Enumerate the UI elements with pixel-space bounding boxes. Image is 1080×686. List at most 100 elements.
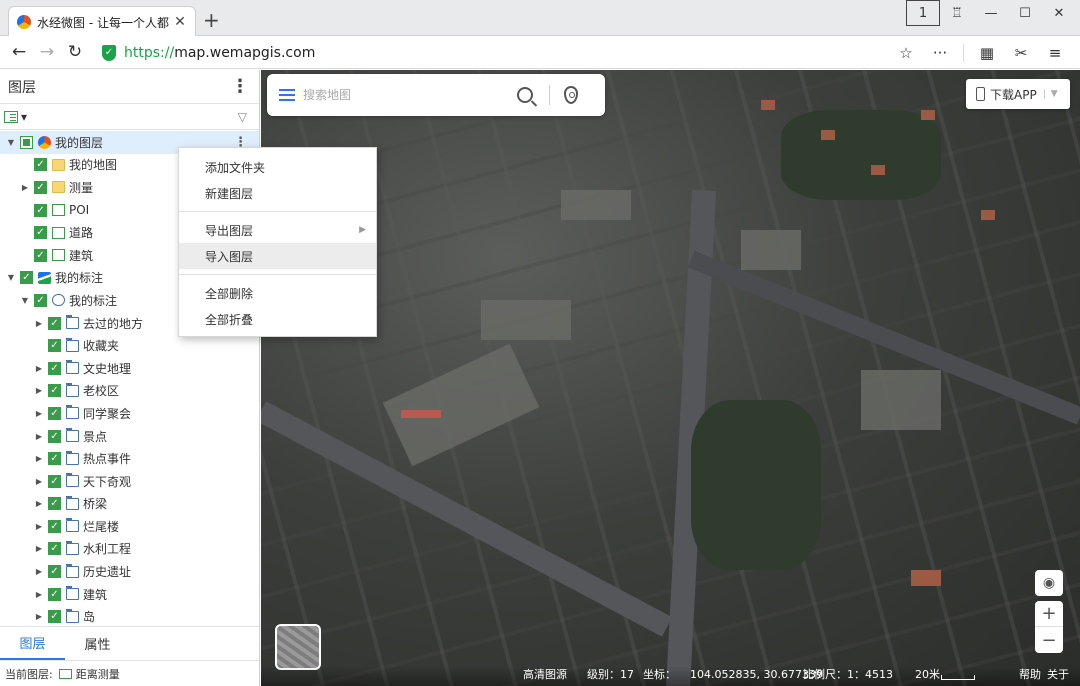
chevron-down-icon: ▾	[21, 109, 28, 124]
layer-checkbox[interactable]: ✓	[48, 339, 61, 353]
apps-grid-icon[interactable]: ▦	[970, 44, 1004, 62]
layer-checkbox[interactable]: ✓	[48, 519, 61, 533]
tree-row[interactable]: ▶ ✓ 文史地理	[0, 357, 259, 380]
tab-layers[interactable]: 图层	[0, 627, 65, 660]
marker-layer-icon	[38, 271, 51, 284]
reload-button[interactable]: ↻	[61, 42, 89, 62]
location-pin-icon[interactable]	[564, 86, 578, 104]
layer-checkbox[interactable]: ✓	[48, 406, 61, 420]
basemap-switcher[interactable]	[275, 624, 321, 670]
collapse-arrow-icon[interactable]: ▼	[5, 273, 17, 282]
tree-row-label: 桥梁	[83, 497, 108, 512]
layer-checkbox[interactable]: ✓	[48, 587, 61, 601]
layer-checkbox[interactable]: ✓	[34, 248, 47, 262]
search-icon[interactable]	[517, 87, 533, 103]
back-button[interactable]: ←	[5, 42, 33, 62]
filter-icon[interactable]: ▽	[238, 110, 247, 124]
bookmark-star-icon[interactable]: ☆	[889, 44, 923, 62]
search-input[interactable]	[303, 88, 513, 102]
layer-checkbox[interactable]: ✓	[34, 293, 47, 307]
expand-arrow-icon[interactable]: ▶	[19, 183, 31, 192]
collapse-arrow-icon[interactable]: ▼	[5, 138, 17, 147]
layer-checkbox[interactable]: ✓	[48, 316, 61, 330]
expand-arrow-icon[interactable]: ▶	[33, 499, 45, 508]
tab-title: 水经微图 - 让每一个人都有自	[37, 15, 169, 30]
expand-arrow-icon[interactable]: ▶	[33, 319, 45, 328]
download-app-button[interactable]: 下载APP ▼	[966, 79, 1070, 109]
browser-tab[interactable]: 水经微图 - 让每一个人都有自 ✕	[8, 6, 196, 37]
hamburger-menu-icon[interactable]	[279, 89, 295, 101]
url-field[interactable]: ✓ https://map.wemapgis.com	[96, 40, 884, 65]
tab-properties[interactable]: 属性	[65, 627, 130, 660]
layer-checkbox[interactable]: ✓	[48, 452, 61, 466]
tree-row[interactable]: ▶ ✓ 桥梁	[0, 493, 259, 516]
close-tab-icon[interactable]: ✕	[173, 14, 187, 30]
context-menu-item[interactable]: 导出图层 ▶	[179, 217, 376, 243]
tree-row[interactable]: ▶ ✓ 岛	[0, 605, 259, 625]
layer-checkbox[interactable]: ✓	[48, 384, 61, 398]
new-tab-button[interactable]: +	[203, 8, 220, 32]
context-menu-item[interactable]: 添加文件夹	[179, 154, 376, 180]
minimize-button[interactable]: —	[974, 0, 1008, 26]
scale-label: 比例尺：	[803, 668, 847, 681]
layer-checkbox[interactable]: ✓	[48, 474, 61, 488]
layer-checkbox[interactable]: ✓	[34, 180, 47, 194]
tab-number-icon[interactable]: 1	[906, 0, 940, 26]
maximize-button[interactable]: ☐	[1008, 0, 1042, 26]
tree-row[interactable]: ✓ 收藏夹	[0, 334, 259, 357]
tree-row[interactable]: ▶ ✓ 烂尾楼	[0, 515, 259, 538]
context-menu-item[interactable]: 全部删除	[179, 280, 376, 306]
expand-arrow-icon[interactable]: ▶	[33, 612, 45, 621]
tree-row[interactable]: ▶ ✓ 景点	[0, 425, 259, 448]
layer-checkbox[interactable]: ✓	[20, 271, 33, 285]
layer-checkbox[interactable]: ✓	[48, 542, 61, 556]
layer-checkbox[interactable]: ✓	[48, 610, 61, 624]
layer-checkbox[interactable]: ✓	[48, 429, 61, 443]
layer-checkbox[interactable]: ✓	[48, 497, 61, 511]
forward-button[interactable]: →	[33, 42, 61, 62]
tree-row[interactable]: ▶ ✓ 热点事件	[0, 447, 259, 470]
tree-row-label: 我的标注	[55, 271, 104, 286]
close-window-button[interactable]: ✕	[1042, 0, 1076, 26]
tree-row[interactable]: ▶ ✓ 天下奇观	[0, 470, 259, 493]
context-menu-item[interactable]: 全部折叠	[179, 306, 376, 332]
more-dots-icon[interactable]: ···	[923, 44, 957, 62]
tree-row[interactable]: ▶ ✓ 建筑	[0, 583, 259, 606]
context-menu-item[interactable]: 新建图层	[179, 180, 376, 206]
layer-checkbox[interactable]: ✓	[34, 203, 47, 217]
layer-checkbox[interactable]: ✓	[34, 226, 47, 240]
about-link[interactable]: 关于	[1047, 666, 1069, 682]
layer-checkbox[interactable]: ✓	[48, 565, 61, 579]
expand-arrow-icon[interactable]: ▶	[33, 409, 45, 418]
tree-row[interactable]: ▶ ✓ 老校区	[0, 380, 259, 403]
menu-icon[interactable]: ≡	[1038, 44, 1072, 62]
expand-arrow-icon[interactable]: ▶	[33, 567, 45, 576]
satellite-map[interactable]: 下载APP ▼ ◉ + − 高清图源 级别：17 坐标：104.052835, …	[261, 70, 1080, 686]
layer-checkbox[interactable]: ✓	[34, 158, 47, 172]
tree-row[interactable]: ▶ ✓ 水利工程	[0, 538, 259, 561]
help-link[interactable]: 帮助	[1019, 666, 1041, 682]
zoom-out-button[interactable]: −	[1035, 627, 1063, 653]
panel-more-icon[interactable]: ⋮	[231, 77, 249, 96]
expand-arrow-icon[interactable]: ▶	[33, 590, 45, 599]
view-mode-dropdown[interactable]: ▾	[4, 110, 27, 124]
scissors-icon[interactable]: ✂	[1004, 44, 1038, 62]
layer-checkbox[interactable]	[20, 135, 33, 149]
layer-checkbox[interactable]: ✓	[48, 361, 61, 375]
expand-arrow-icon[interactable]: ▶	[33, 432, 45, 441]
menu-item-label: 导出图层	[205, 223, 254, 238]
tree-row[interactable]: ▶ ✓ 同学聚会	[0, 402, 259, 425]
expand-arrow-icon[interactable]: ▶	[33, 364, 45, 373]
expand-arrow-icon[interactable]: ▶	[33, 386, 45, 395]
expand-arrow-icon[interactable]: ▶	[33, 454, 45, 463]
tree-row[interactable]: ▶ ✓ 历史遗址	[0, 560, 259, 583]
expand-arrow-icon[interactable]: ▶	[33, 544, 45, 553]
collapse-arrow-icon[interactable]: ▼	[19, 296, 31, 305]
expand-arrow-icon[interactable]: ▶	[33, 522, 45, 531]
zoom-in-button[interactable]: +	[1035, 601, 1063, 627]
expand-arrow-icon[interactable]: ▶	[33, 477, 45, 486]
shirt-skin-icon[interactable]: ♖	[940, 0, 974, 26]
tree-row-label: 测量	[69, 180, 94, 195]
context-menu-item[interactable]: 导入图层	[179, 243, 376, 269]
locate-me-button[interactable]: ◉	[1035, 570, 1063, 596]
